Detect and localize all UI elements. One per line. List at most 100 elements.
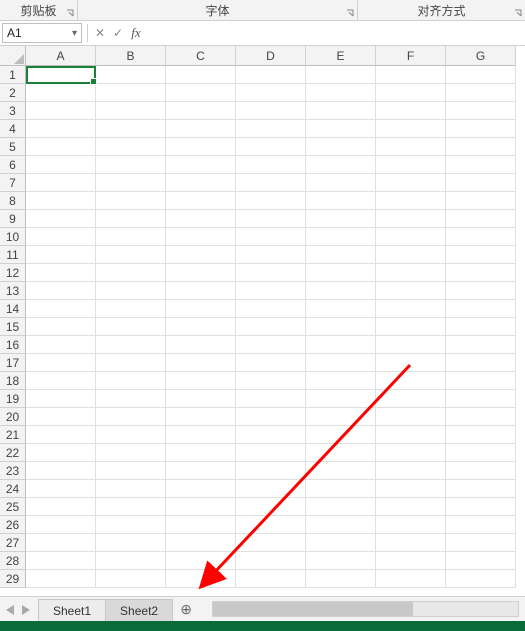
cell[interactable] bbox=[306, 354, 376, 372]
cell[interactable] bbox=[96, 282, 166, 300]
cell[interactable] bbox=[26, 282, 96, 300]
cell[interactable] bbox=[376, 228, 446, 246]
cell[interactable] bbox=[166, 336, 236, 354]
cell[interactable] bbox=[236, 336, 306, 354]
cell[interactable] bbox=[26, 138, 96, 156]
cell[interactable] bbox=[236, 372, 306, 390]
cell[interactable] bbox=[26, 84, 96, 102]
font-dialog-launcher-icon[interactable] bbox=[345, 8, 355, 18]
cell[interactable] bbox=[446, 264, 516, 282]
cell[interactable] bbox=[96, 390, 166, 408]
cell[interactable] bbox=[166, 282, 236, 300]
cell[interactable] bbox=[166, 480, 236, 498]
formula-input[interactable] bbox=[149, 23, 525, 43]
cell[interactable] bbox=[376, 426, 446, 444]
cell[interactable] bbox=[446, 120, 516, 138]
cell[interactable] bbox=[96, 498, 166, 516]
cell[interactable] bbox=[376, 300, 446, 318]
cell[interactable] bbox=[376, 534, 446, 552]
row-header[interactable]: 26 bbox=[0, 516, 26, 534]
cell[interactable] bbox=[376, 552, 446, 570]
cell[interactable] bbox=[96, 570, 166, 588]
cell[interactable] bbox=[376, 84, 446, 102]
spreadsheet-grid[interactable]: ABCDEFG 12345678910111213141516171819202… bbox=[0, 46, 525, 599]
row-header[interactable]: 14 bbox=[0, 300, 26, 318]
cell[interactable] bbox=[446, 444, 516, 462]
cell[interactable] bbox=[306, 228, 376, 246]
row-header[interactable]: 1 bbox=[0, 66, 26, 84]
cell[interactable] bbox=[26, 156, 96, 174]
row-header[interactable]: 9 bbox=[0, 210, 26, 228]
cell[interactable] bbox=[96, 174, 166, 192]
cell[interactable] bbox=[26, 390, 96, 408]
cell[interactable] bbox=[236, 246, 306, 264]
cell[interactable] bbox=[446, 210, 516, 228]
cell[interactable] bbox=[96, 444, 166, 462]
cell[interactable] bbox=[166, 156, 236, 174]
cell[interactable] bbox=[166, 570, 236, 588]
cell[interactable] bbox=[166, 264, 236, 282]
cell[interactable] bbox=[236, 228, 306, 246]
cell[interactable] bbox=[96, 534, 166, 552]
cell[interactable] bbox=[236, 498, 306, 516]
cell[interactable] bbox=[376, 138, 446, 156]
alignment-dialog-launcher-icon[interactable] bbox=[513, 8, 523, 18]
cell[interactable] bbox=[26, 192, 96, 210]
cell[interactable] bbox=[26, 372, 96, 390]
cell[interactable] bbox=[96, 84, 166, 102]
cell[interactable] bbox=[306, 444, 376, 462]
row-header[interactable]: 7 bbox=[0, 174, 26, 192]
cell[interactable] bbox=[236, 480, 306, 498]
cell[interactable] bbox=[446, 300, 516, 318]
cell[interactable] bbox=[166, 228, 236, 246]
horizontal-scrollbar-thumb[interactable] bbox=[213, 602, 413, 616]
cell[interactable] bbox=[446, 534, 516, 552]
cell[interactable] bbox=[306, 462, 376, 480]
cell[interactable] bbox=[306, 390, 376, 408]
cell[interactable] bbox=[306, 372, 376, 390]
cell[interactable] bbox=[26, 462, 96, 480]
cell[interactable] bbox=[306, 480, 376, 498]
cell[interactable] bbox=[236, 102, 306, 120]
row-header[interactable]: 25 bbox=[0, 498, 26, 516]
row-header[interactable]: 3 bbox=[0, 102, 26, 120]
cell[interactable] bbox=[96, 516, 166, 534]
cell[interactable] bbox=[96, 228, 166, 246]
cell[interactable] bbox=[376, 372, 446, 390]
cell[interactable] bbox=[446, 462, 516, 480]
new-sheet-button[interactable]: ⊕ bbox=[172, 597, 200, 621]
row-header[interactable]: 16 bbox=[0, 336, 26, 354]
cell[interactable] bbox=[376, 102, 446, 120]
cell[interactable] bbox=[446, 552, 516, 570]
cell[interactable] bbox=[376, 570, 446, 588]
cell[interactable] bbox=[306, 210, 376, 228]
row-header[interactable]: 17 bbox=[0, 354, 26, 372]
row-header[interactable]: 23 bbox=[0, 462, 26, 480]
cell[interactable] bbox=[376, 282, 446, 300]
row-header[interactable]: 11 bbox=[0, 246, 26, 264]
cell[interactable] bbox=[96, 372, 166, 390]
cell[interactable] bbox=[96, 408, 166, 426]
column-header[interactable]: G bbox=[446, 46, 516, 66]
cell[interactable] bbox=[26, 570, 96, 588]
cell[interactable] bbox=[236, 570, 306, 588]
cell[interactable] bbox=[376, 408, 446, 426]
sheet-tab[interactable]: Sheet1 bbox=[38, 599, 106, 622]
row-header[interactable]: 28 bbox=[0, 552, 26, 570]
cell[interactable] bbox=[446, 318, 516, 336]
cell[interactable] bbox=[306, 120, 376, 138]
cell[interactable] bbox=[446, 156, 516, 174]
cell[interactable] bbox=[26, 444, 96, 462]
cell[interactable] bbox=[306, 336, 376, 354]
cell[interactable] bbox=[376, 192, 446, 210]
cell[interactable] bbox=[376, 480, 446, 498]
cell[interactable] bbox=[166, 210, 236, 228]
cell[interactable] bbox=[166, 66, 236, 84]
row-header[interactable]: 12 bbox=[0, 264, 26, 282]
cell[interactable] bbox=[26, 228, 96, 246]
row-header[interactable]: 2 bbox=[0, 84, 26, 102]
cell[interactable] bbox=[306, 282, 376, 300]
cell[interactable] bbox=[96, 318, 166, 336]
cell[interactable] bbox=[376, 66, 446, 84]
cell[interactable] bbox=[166, 102, 236, 120]
